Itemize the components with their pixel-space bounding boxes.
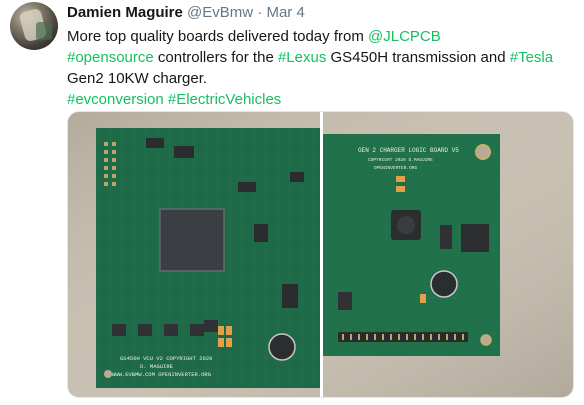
right-electrolytic-capacitor	[430, 270, 458, 298]
tweet-text-segment: controllers for the	[153, 49, 278, 66]
avatar-image-detail	[36, 22, 52, 40]
mention-link-jlcpcb[interactable]: @JLCPCB	[368, 28, 441, 45]
tweet-date[interactable]: Mar 4	[266, 4, 304, 21]
right-ic5	[461, 224, 489, 252]
right-board-copyright: COPYRIGHT 2020 D.MAGUIRE	[368, 157, 433, 163]
left-electrolytic-capacitor	[268, 333, 296, 361]
author-avatar[interactable]	[10, 2, 58, 50]
right-small-ic	[440, 225, 452, 249]
left-mcu-chip	[159, 208, 225, 272]
left-small-ic	[282, 284, 298, 308]
left-small-ic	[238, 182, 256, 192]
right-pcb-board: GEN 2 CHARGER LOGIC BOARD V5 COPYRIGHT 2…	[322, 134, 500, 356]
left-board-silkscreen-2: D. MAGUIRE	[140, 363, 174, 370]
left-board-silkscreen-1: GS450H VCU V2 COPYRIGHT 2020	[120, 355, 212, 362]
left-small-ic	[290, 172, 304, 182]
hashtag-link-evconversion[interactable]: #evconversion	[67, 91, 164, 108]
left-small-ic	[174, 146, 194, 158]
tweet-text-line-3: Gen2 10KW charger.	[67, 70, 208, 87]
tweet-text-line-1: More top quality boards delivered today …	[67, 26, 572, 47]
tweet-text-segment: GS450H transmission and	[326, 49, 510, 66]
right-board-site: OPENINVERTER.ORG	[374, 165, 418, 171]
hashtag-link-lexus[interactable]: #Lexus	[278, 49, 326, 66]
connector-conn6	[338, 332, 468, 342]
tweet-text-segment: More top quality boards delivered today …	[67, 28, 368, 45]
left-small-ic	[146, 138, 164, 148]
author-name[interactable]: Damien Maguire	[67, 4, 183, 21]
right-mounting-hole	[475, 144, 491, 160]
left-small-ic	[254, 224, 268, 242]
tweet-text: More top quality boards delivered today …	[67, 26, 572, 110]
left-mounting-hole	[104, 370, 112, 378]
hashtag-link-tesla[interactable]: #Tesla	[510, 49, 553, 66]
photo-pcb-boards: GS450H VCU V2 COPYRIGHT 2020 D. MAGUIRE …	[68, 112, 573, 397]
author-handle[interactable]: @EvBmw	[187, 4, 253, 21]
tweet-text-line-4: #evconversion #ElectricVehicles	[67, 89, 572, 110]
tweet-photo[interactable]: GS450H VCU V2 COPYRIGHT 2020 D. MAGUIRE …	[67, 111, 574, 398]
left-pcb-board: GS450H VCU V2 COPYRIGHT 2020 D. MAGUIRE …	[96, 128, 322, 388]
tweet-text-line-2: #opensource controllers for the #Lexus G…	[67, 47, 572, 68]
header-separator: ·	[257, 4, 263, 21]
photo-divider	[320, 112, 323, 397]
hashtag-link-opensource[interactable]: #opensource	[67, 49, 154, 66]
right-small-ic	[338, 292, 352, 310]
right-board-title: GEN 2 CHARGER LOGIC BOARD V5	[358, 147, 459, 154]
hashtag-link-electricvehicles[interactable]: #ElectricVehicles	[168, 91, 281, 108]
right-mounting-hole	[480, 334, 492, 346]
tweet-header: Damien Maguire @EvBmw · Mar 4	[67, 4, 305, 21]
inductor-core	[397, 216, 415, 234]
left-board-silkscreen-3: WWW.EVBMW.COM OPENINVERTER.ORG	[112, 371, 211, 378]
